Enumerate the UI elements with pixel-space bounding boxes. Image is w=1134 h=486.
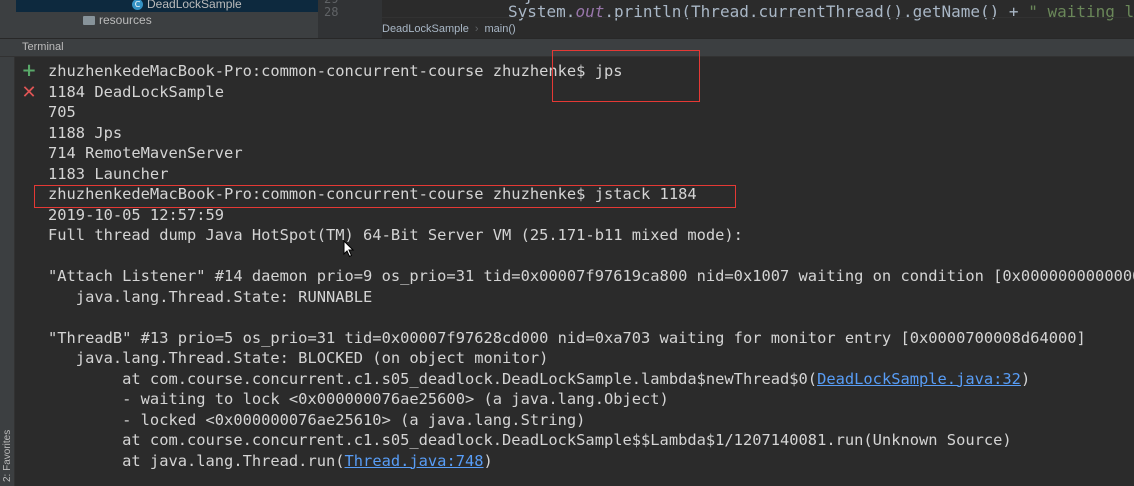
- editor-breadcrumb: DeadLockSample › main(): [382, 17, 1134, 39]
- tree-item-resources[interactable]: resources: [83, 13, 152, 27]
- mouse-cursor-icon: [343, 240, 355, 258]
- terminal-line: 1184 DeadLockSample: [48, 82, 225, 101]
- terminal-line: 1183 Launcher: [48, 164, 169, 183]
- breadcrumb-method[interactable]: main(): [485, 23, 516, 35]
- terminal-line: 1188 Jps: [48, 123, 123, 142]
- annotation-box-jstack: [34, 185, 736, 208]
- terminal-title[interactable]: Terminal: [22, 41, 64, 53]
- tree-item-deadlocksample[interactable]: C DeadLockSample: [132, 0, 242, 11]
- tree-item-label: resources: [99, 13, 152, 27]
- stack-frame-text: at com.course.concurrent.c1.s05_deadlock…: [48, 369, 818, 388]
- terminal-line: Full thread dump Java HotSpot(TM) 64-Bit…: [48, 226, 743, 244]
- terminal-line: java.lang.Thread.State: BLOCKED (on obje…: [48, 349, 549, 367]
- close-session-button[interactable]: ✕: [21, 84, 37, 102]
- terminal-line: at com.course.concurrent.c1.s05_deadlock…: [48, 431, 1012, 449]
- line-number: 28: [324, 5, 339, 19]
- source-link[interactable]: DeadLockSample.java:32: [817, 370, 1021, 388]
- stack-frame-text: at java.lang.Thread.run(: [48, 451, 345, 470]
- favorites-tab[interactable]: 2: Favorites: [0, 412, 15, 482]
- terminal-line: "Attach Listener" #14 daemon prio=9 os_p…: [48, 267, 1134, 285]
- folder-icon: [83, 15, 95, 25]
- terminal-toolbar: + ✕: [15, 57, 43, 486]
- terminal-line: at com.course.concurrent.c1.s05_deadlock…: [48, 369, 1030, 389]
- terminal-line: at java.lang.Thread.run(Thread.java:748): [48, 451, 493, 471]
- tree-item-label: DeadLockSample: [147, 0, 242, 11]
- terminal-line: - waiting to lock <0x000000076ae25600> (…: [48, 390, 669, 408]
- terminal-line: 714 RemoteMavenServer: [48, 144, 243, 162]
- terminal-line: "ThreadB" #13 prio=5 os_prio=31 tid=0x00…: [48, 328, 1086, 347]
- class-icon: C: [132, 0, 143, 10]
- favorites-tab-label: 2: Favorites: [2, 429, 13, 482]
- terminal-line: zhuzhenkedeMacBook-Pro:common-concurrent…: [48, 62, 623, 80]
- terminal-line: 705: [48, 103, 76, 121]
- left-tool-stripe: 2: Favorites: [0, 57, 15, 486]
- stack-frame-text: ): [1020, 369, 1031, 388]
- project-tree-pane: C DeadLockSample resources: [0, 0, 318, 38]
- terminal-line: java.lang.Thread.State: RUNNABLE: [48, 287, 373, 306]
- breadcrumb-separator: ›: [474, 22, 479, 35]
- line-number-gutter: 29 28: [318, 0, 382, 38]
- source-link[interactable]: Thread.java:748: [345, 452, 484, 470]
- terminal-output[interactable]: zhuzhenkedeMacBook-Pro:common-concurrent…: [43, 57, 1134, 486]
- annotation-box-jps: [552, 50, 700, 102]
- new-session-button[interactable]: +: [21, 62, 37, 80]
- terminal-line: - locked <0x000000076ae25610> (a java.la…: [48, 410, 586, 429]
- stack-frame-text: ): [483, 451, 493, 470]
- ide-top-strip: C DeadLockSample resources 29 28 } Syste…: [0, 0, 1134, 38]
- breadcrumb-class[interactable]: DeadLockSample: [382, 23, 469, 35]
